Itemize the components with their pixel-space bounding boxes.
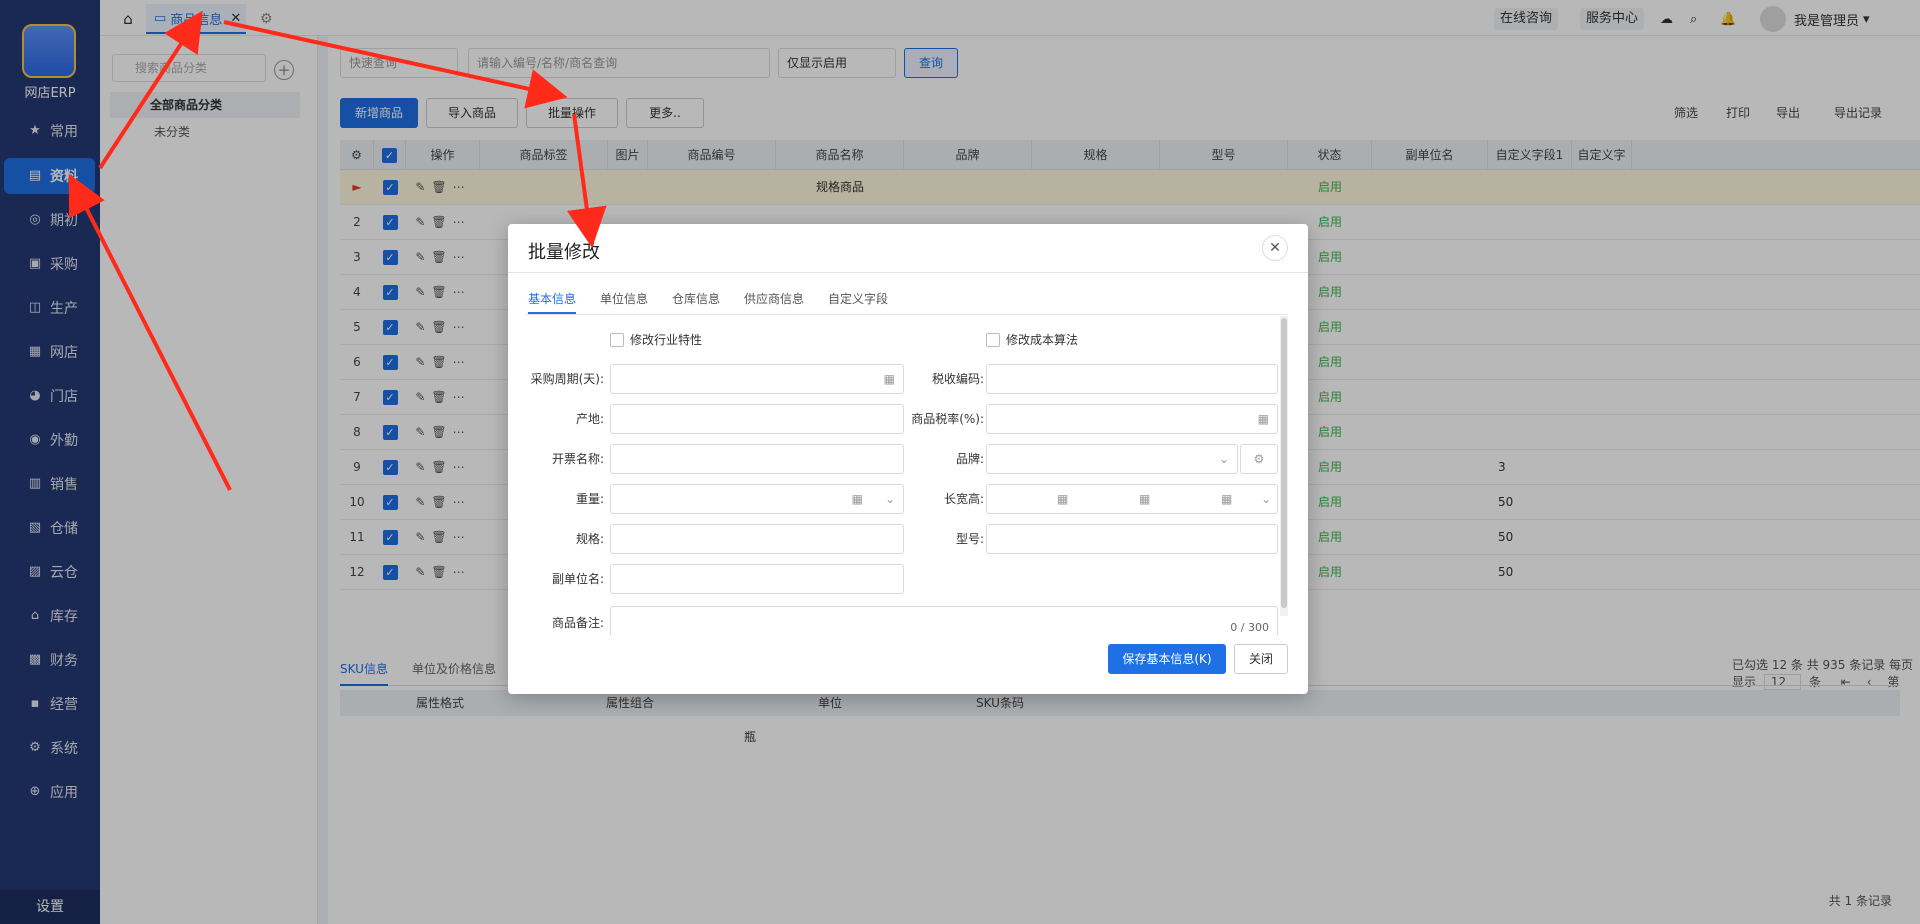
subunit-input[interactable] <box>610 564 904 594</box>
dialog-tab-basic[interactable]: 基本信息 <box>528 290 577 314</box>
field-label: 商品备注: <box>551 616 604 630</box>
invoice-name-input[interactable] <box>610 444 904 474</box>
field-label: 重量: <box>575 492 604 506</box>
calendar-icon: ▦ <box>851 492 863 506</box>
field-label: 副单位名: <box>551 572 604 586</box>
modify-cost-checkbox[interactable]: 修改成本算法 <box>986 332 1078 348</box>
tax-rate-input[interactable]: ▦ <box>986 404 1278 434</box>
chevron-down-icon: ⌄ <box>1218 452 1229 466</box>
purchase-cycle-input[interactable]: ▦ <box>610 364 904 394</box>
dialog-scrollbar[interactable] <box>1280 316 1288 616</box>
save-basic-info-button[interactable]: 保存基本信息(K) <box>1108 644 1226 674</box>
divider <box>508 272 1308 273</box>
remark-textarea[interactable]: 0 / 300 <box>610 606 1278 636</box>
calendar-icon: ▦ <box>1221 492 1233 506</box>
field-label: 长宽高: <box>943 492 984 506</box>
dialog-tab-warehouse[interactable]: 仓库信息 <box>672 290 720 314</box>
field-label: 税收编码: <box>931 372 984 386</box>
calendar-icon: ▦ <box>1139 492 1151 506</box>
dialog-tab-supplier[interactable]: 供应商信息 <box>744 290 804 314</box>
modify-industry-checkbox[interactable]: 修改行业特性 <box>610 332 702 348</box>
dialog-tab-unit[interactable]: 单位信息 <box>600 290 648 314</box>
chevron-down-icon: ⌄ <box>1260 492 1271 506</box>
dialog-tab-custom[interactable]: 自定义字段 <box>828 290 888 314</box>
calendar-icon: ▦ <box>1057 492 1069 506</box>
field-label: 产地: <box>575 412 604 426</box>
field-label: 商品税率(%): <box>911 412 984 426</box>
field-label: 采购周期(天): <box>530 372 604 386</box>
calendar-icon: ▦ <box>1257 412 1269 426</box>
field-label: 规格: <box>575 532 604 546</box>
field-label: 开票名称: <box>551 452 604 466</box>
remark-counter: 0 / 300 <box>1230 621 1269 634</box>
divider <box>526 314 1288 315</box>
brand-select[interactable]: ⌄ <box>986 444 1238 474</box>
weight-input[interactable]: ▦ ⌄ <box>610 484 904 514</box>
dimensions-input[interactable]: ▦ ▦ ▦ ⌄ <box>986 484 1278 514</box>
dialog-title: 批量修改 <box>528 242 600 263</box>
field-label: 型号: <box>955 532 984 546</box>
origin-input[interactable] <box>610 404 904 434</box>
close-dialog-button[interactable]: 关闭 <box>1234 644 1288 674</box>
batch-edit-dialog: 批量修改 ✕ 基本信息 单位信息 仓库信息 供应商信息 自定义字段 修改行业特性… <box>508 224 1308 694</box>
tax-code-input[interactable] <box>986 364 1278 394</box>
field-label: 品牌: <box>955 452 984 466</box>
model-input[interactable] <box>986 524 1278 554</box>
spec-input[interactable] <box>610 524 904 554</box>
close-icon[interactable]: ✕ <box>1262 235 1288 261</box>
brand-settings-icon[interactable]: ⚙ <box>1240 444 1278 474</box>
